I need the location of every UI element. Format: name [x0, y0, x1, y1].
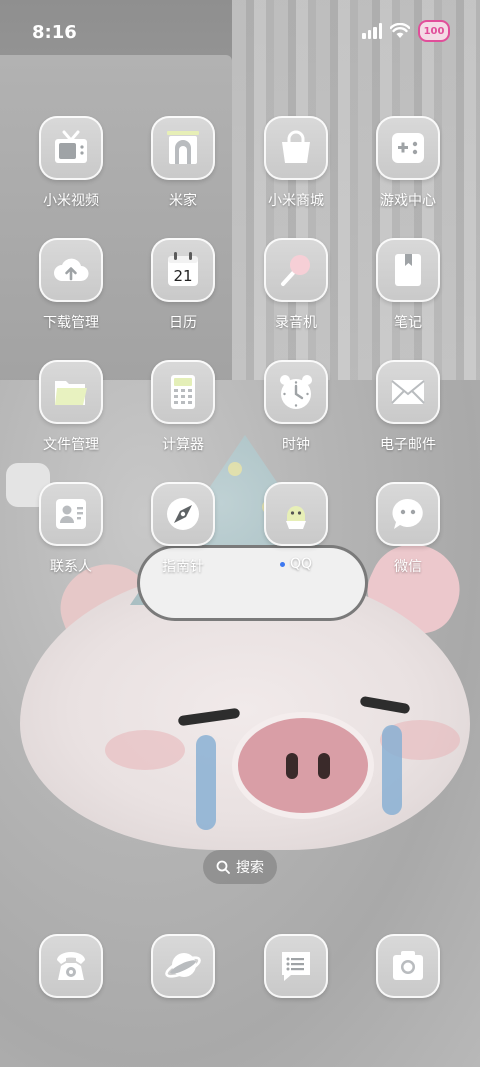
app-email[interactable]: 电子邮件	[358, 360, 458, 454]
app-tile[interactable]	[39, 360, 103, 424]
status-icons: 100	[362, 20, 450, 42]
app-notes[interactable]: 笔记	[358, 238, 458, 332]
app-mijia[interactable]: 米家	[133, 116, 233, 210]
wallpaper-pig-tear-right	[382, 725, 402, 815]
wallpaper-pig-blush-left	[105, 730, 185, 770]
app-label: 游戏中心	[380, 193, 436, 209]
app-recorder[interactable]: 录音机	[246, 238, 346, 332]
app-tile[interactable]	[376, 934, 440, 998]
status-time: 8:16	[32, 22, 77, 43]
app-tile[interactable]	[376, 116, 440, 180]
app-tile[interactable]	[39, 116, 103, 180]
dock-browser[interactable]	[133, 934, 233, 998]
wallpaper-pig-snout	[238, 718, 368, 813]
compass-icon	[167, 498, 199, 530]
app-tile[interactable]	[376, 482, 440, 546]
signal-icon	[362, 23, 382, 39]
app-wechat[interactable]: 微信	[358, 482, 458, 576]
wallpaper-pig-nostril	[286, 753, 298, 779]
app-label: 小米视频	[43, 193, 99, 209]
app-tile[interactable]	[39, 934, 103, 998]
folder-icon	[55, 381, 87, 405]
app-clock[interactable]: 时钟	[246, 360, 346, 454]
cloud-download-icon	[54, 258, 89, 281]
dock-phone[interactable]	[21, 934, 121, 998]
app-tile[interactable]	[39, 238, 103, 302]
app-label: 电子邮件	[380, 437, 436, 453]
app-tile[interactable]	[151, 482, 215, 546]
gamepad-icon	[392, 133, 424, 163]
app-tile[interactable]	[264, 934, 328, 998]
app-tile[interactable]	[264, 116, 328, 180]
app-compass[interactable]: 指南针	[133, 482, 233, 576]
battery-icon: 100	[418, 20, 450, 42]
app-tile[interactable]	[376, 360, 440, 424]
wallpaper-pig-nostril	[318, 753, 330, 779]
app-file-manager[interactable]: 文件管理	[21, 360, 121, 454]
calendar-day: 21	[173, 267, 192, 285]
app-label: 时钟	[282, 437, 310, 453]
message-icon	[282, 952, 310, 981]
app-label: 笔记	[394, 315, 422, 331]
phone-icon	[57, 952, 85, 980]
wallpaper-hat-dot	[228, 462, 242, 476]
search-icon	[216, 860, 230, 874]
microphone-icon	[281, 255, 310, 286]
app-download-manager[interactable]: 下载管理	[21, 238, 121, 332]
app-tile[interactable]: 21	[151, 238, 215, 302]
app-label: QQ	[246, 556, 346, 572]
home-gate-icon	[167, 131, 199, 164]
app-label: 联系人	[50, 559, 92, 575]
penguin-icon	[286, 506, 306, 529]
app-label: 小米商城	[268, 193, 324, 209]
app-tile[interactable]	[376, 238, 440, 302]
app-tile[interactable]	[151, 360, 215, 424]
contact-card-icon	[56, 499, 86, 529]
app-label-text: QQ	[289, 556, 313, 572]
app-tile[interactable]	[264, 360, 328, 424]
app-xiaomi-store[interactable]: 小米商城	[246, 116, 346, 210]
wifi-icon	[390, 23, 410, 38]
app-label: 指南针	[162, 559, 204, 575]
calendar-icon: 21	[168, 252, 198, 286]
wallpaper-pig-tear-left	[196, 735, 216, 830]
app-tile[interactable]	[39, 482, 103, 546]
app-label: 文件管理	[43, 437, 99, 453]
app-label: 米家	[169, 193, 197, 209]
app-qq[interactable]: QQ	[246, 482, 346, 572]
dock-messages[interactable]	[246, 934, 346, 998]
app-calculator[interactable]: 计算器	[133, 360, 233, 454]
app-tile[interactable]	[264, 238, 328, 302]
search-button[interactable]: 搜索	[203, 850, 277, 884]
calculator-icon	[171, 375, 195, 409]
app-label: 下载管理	[43, 315, 99, 331]
alarm-clock-icon	[280, 375, 312, 409]
tv-icon	[55, 130, 87, 163]
app-game-center[interactable]: 游戏中心	[358, 116, 458, 210]
app-xiaomi-video[interactable]: 小米视频	[21, 116, 121, 210]
app-label: 微信	[394, 559, 422, 575]
dock-camera[interactable]	[358, 934, 458, 998]
new-notification-dot	[279, 561, 285, 567]
envelope-icon	[391, 380, 425, 404]
chat-bubble-icon	[392, 498, 423, 529]
app-label: 日历	[169, 315, 197, 331]
search-label: 搜索	[236, 860, 264, 876]
status-bar: 8:16 100	[0, 0, 480, 68]
camera-icon	[393, 951, 423, 980]
app-label: 计算器	[162, 437, 204, 453]
planet-icon	[165, 953, 201, 978]
app-tile[interactable]	[151, 934, 215, 998]
app-calendar[interactable]: 21 日历	[133, 238, 233, 332]
app-contacts[interactable]: 联系人	[21, 482, 121, 576]
app-tile[interactable]	[264, 482, 328, 546]
app-label: 录音机	[275, 315, 317, 331]
notebook-icon	[395, 254, 421, 286]
app-tile[interactable]	[151, 116, 215, 180]
shopping-bag-icon	[282, 130, 310, 163]
